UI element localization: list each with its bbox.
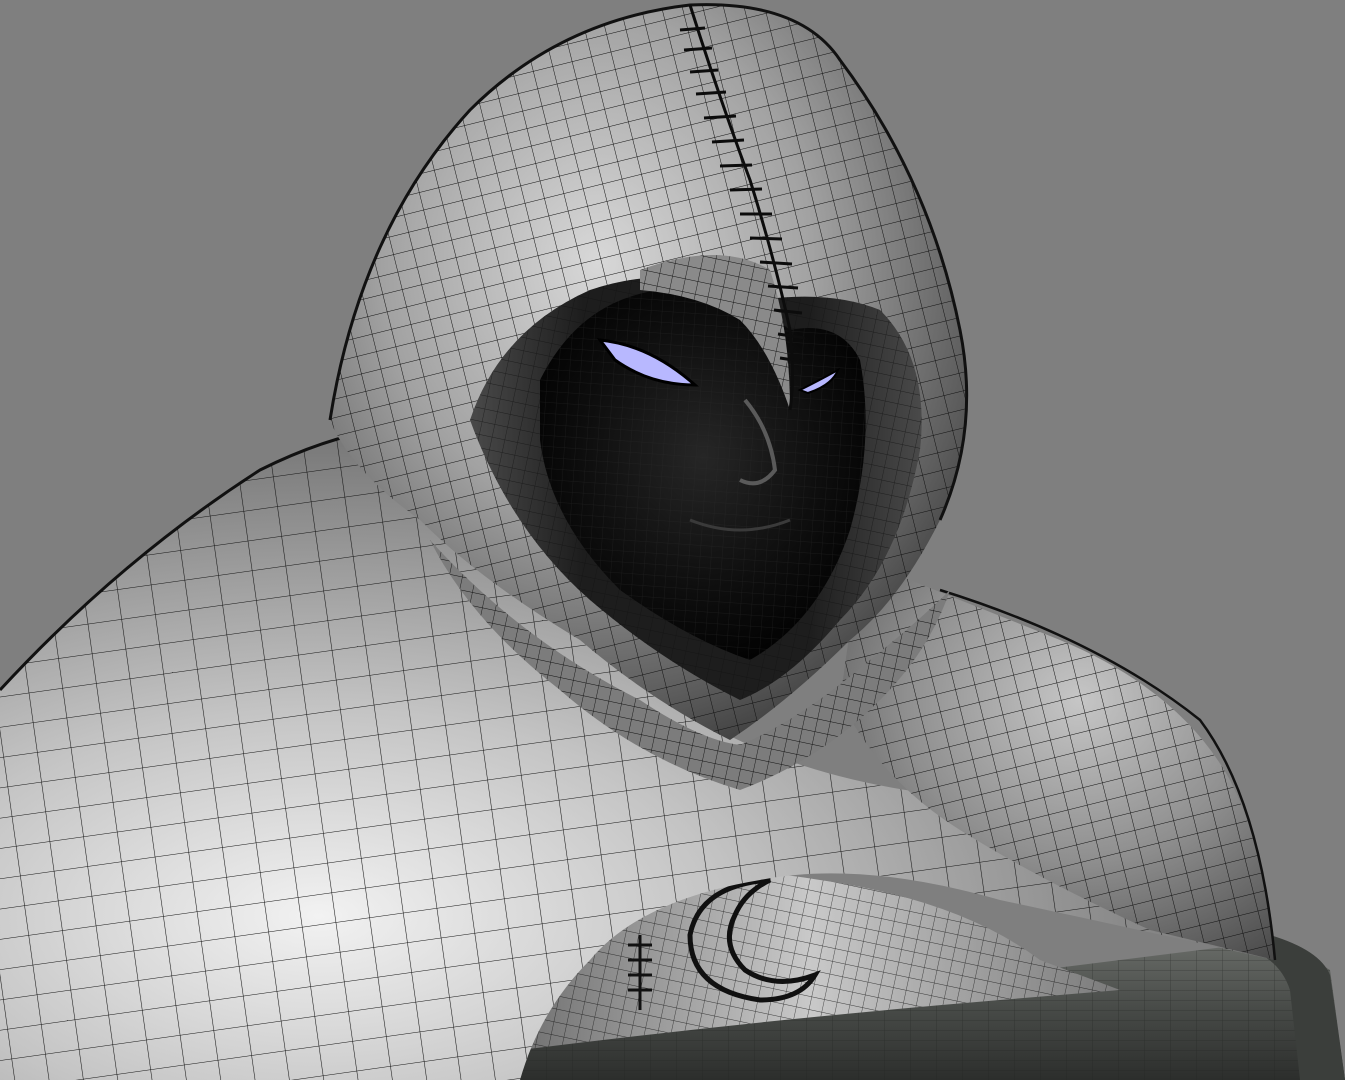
model-render <box>0 3 1345 1080</box>
3d-viewport[interactable] <box>0 0 1345 1080</box>
